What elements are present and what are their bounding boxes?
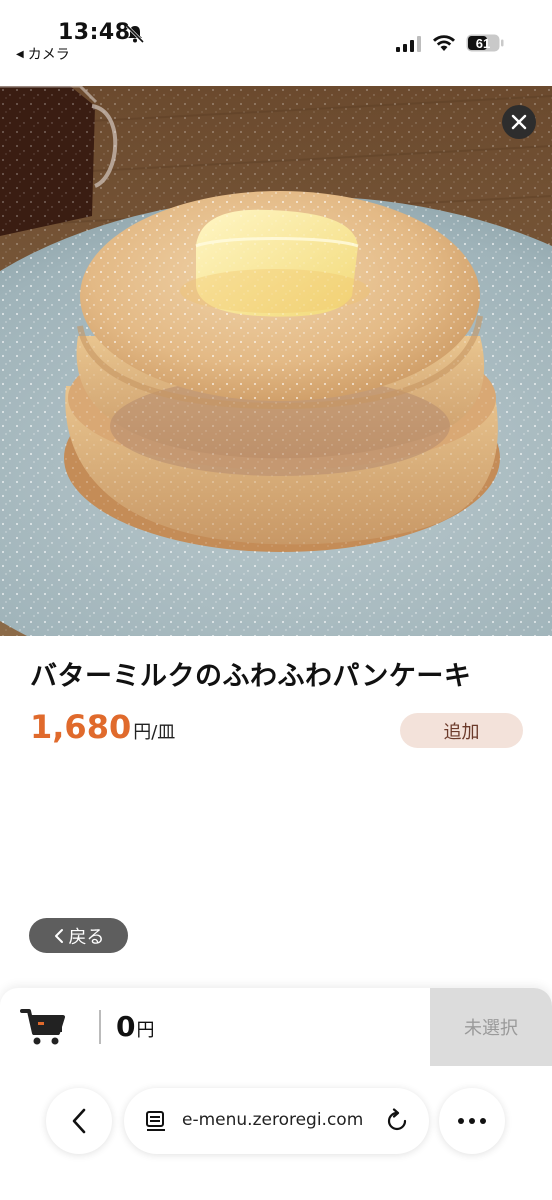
battery-level: 61 xyxy=(476,36,490,51)
back-to-app-link[interactable]: ◀ カメラ xyxy=(16,44,70,64)
cart-currency: 円 xyxy=(136,1020,155,1041)
back-app-label: カメラ xyxy=(27,47,70,63)
cart-divider xyxy=(99,1010,101,1044)
chevron-left-icon xyxy=(54,928,63,943)
product-name: バターミルクのふわふわパンケーキ xyxy=(30,661,472,692)
cart-bar: 0 円 未選択 xyxy=(0,988,552,1066)
status-bar: 13:48 ◀ カメラ 61 xyxy=(0,0,552,86)
checkout-button-label: 未選択 xyxy=(464,1018,518,1039)
add-button-label: 追加 xyxy=(443,721,480,743)
checkout-button[interactable]: 未選択 xyxy=(430,988,552,1066)
chevron-left-icon xyxy=(72,1108,86,1134)
pancake-image xyxy=(0,86,552,636)
reload-icon[interactable] xyxy=(384,1108,410,1134)
browser-back-button[interactable] xyxy=(46,1088,112,1154)
reader-icon[interactable] xyxy=(144,1109,168,1133)
product-photo xyxy=(0,86,552,636)
address-bar[interactable]: e-menu.zeroregi.com xyxy=(124,1088,429,1154)
back-triangle-icon: ◀ xyxy=(16,48,24,60)
browser-toolbar: e-menu.zeroregi.com xyxy=(0,1066,552,1200)
more-button[interactable] xyxy=(439,1088,505,1154)
price-row: 1,680 円/皿 xyxy=(30,708,175,746)
cart-amount: 0 xyxy=(116,1010,136,1043)
page: 13:48 ◀ カメラ 61 バターミルクのふわふわパンケーキ 1,680 円/… xyxy=(0,0,552,1200)
cart-icon[interactable] xyxy=(20,1007,66,1047)
url-text: e-menu.zeroregi.com xyxy=(182,1110,364,1130)
add-to-cart-button[interactable]: 追加 xyxy=(400,713,523,748)
bell-slash-icon xyxy=(125,24,145,44)
price-unit: 円/皿 xyxy=(133,722,176,743)
wifi-icon xyxy=(433,35,455,51)
product-price: 1,680 xyxy=(30,708,132,746)
cart-total: 0 円 xyxy=(116,1010,154,1043)
back-button-label: 戻る xyxy=(68,926,105,948)
close-button[interactable] xyxy=(502,105,536,139)
more-icon xyxy=(458,1118,486,1124)
close-icon xyxy=(511,114,527,130)
signal-icon xyxy=(396,36,421,52)
back-button[interactable]: 戻る xyxy=(29,918,128,953)
status-time: 13:48 xyxy=(58,20,131,45)
battery-icon: 61 xyxy=(466,34,504,52)
